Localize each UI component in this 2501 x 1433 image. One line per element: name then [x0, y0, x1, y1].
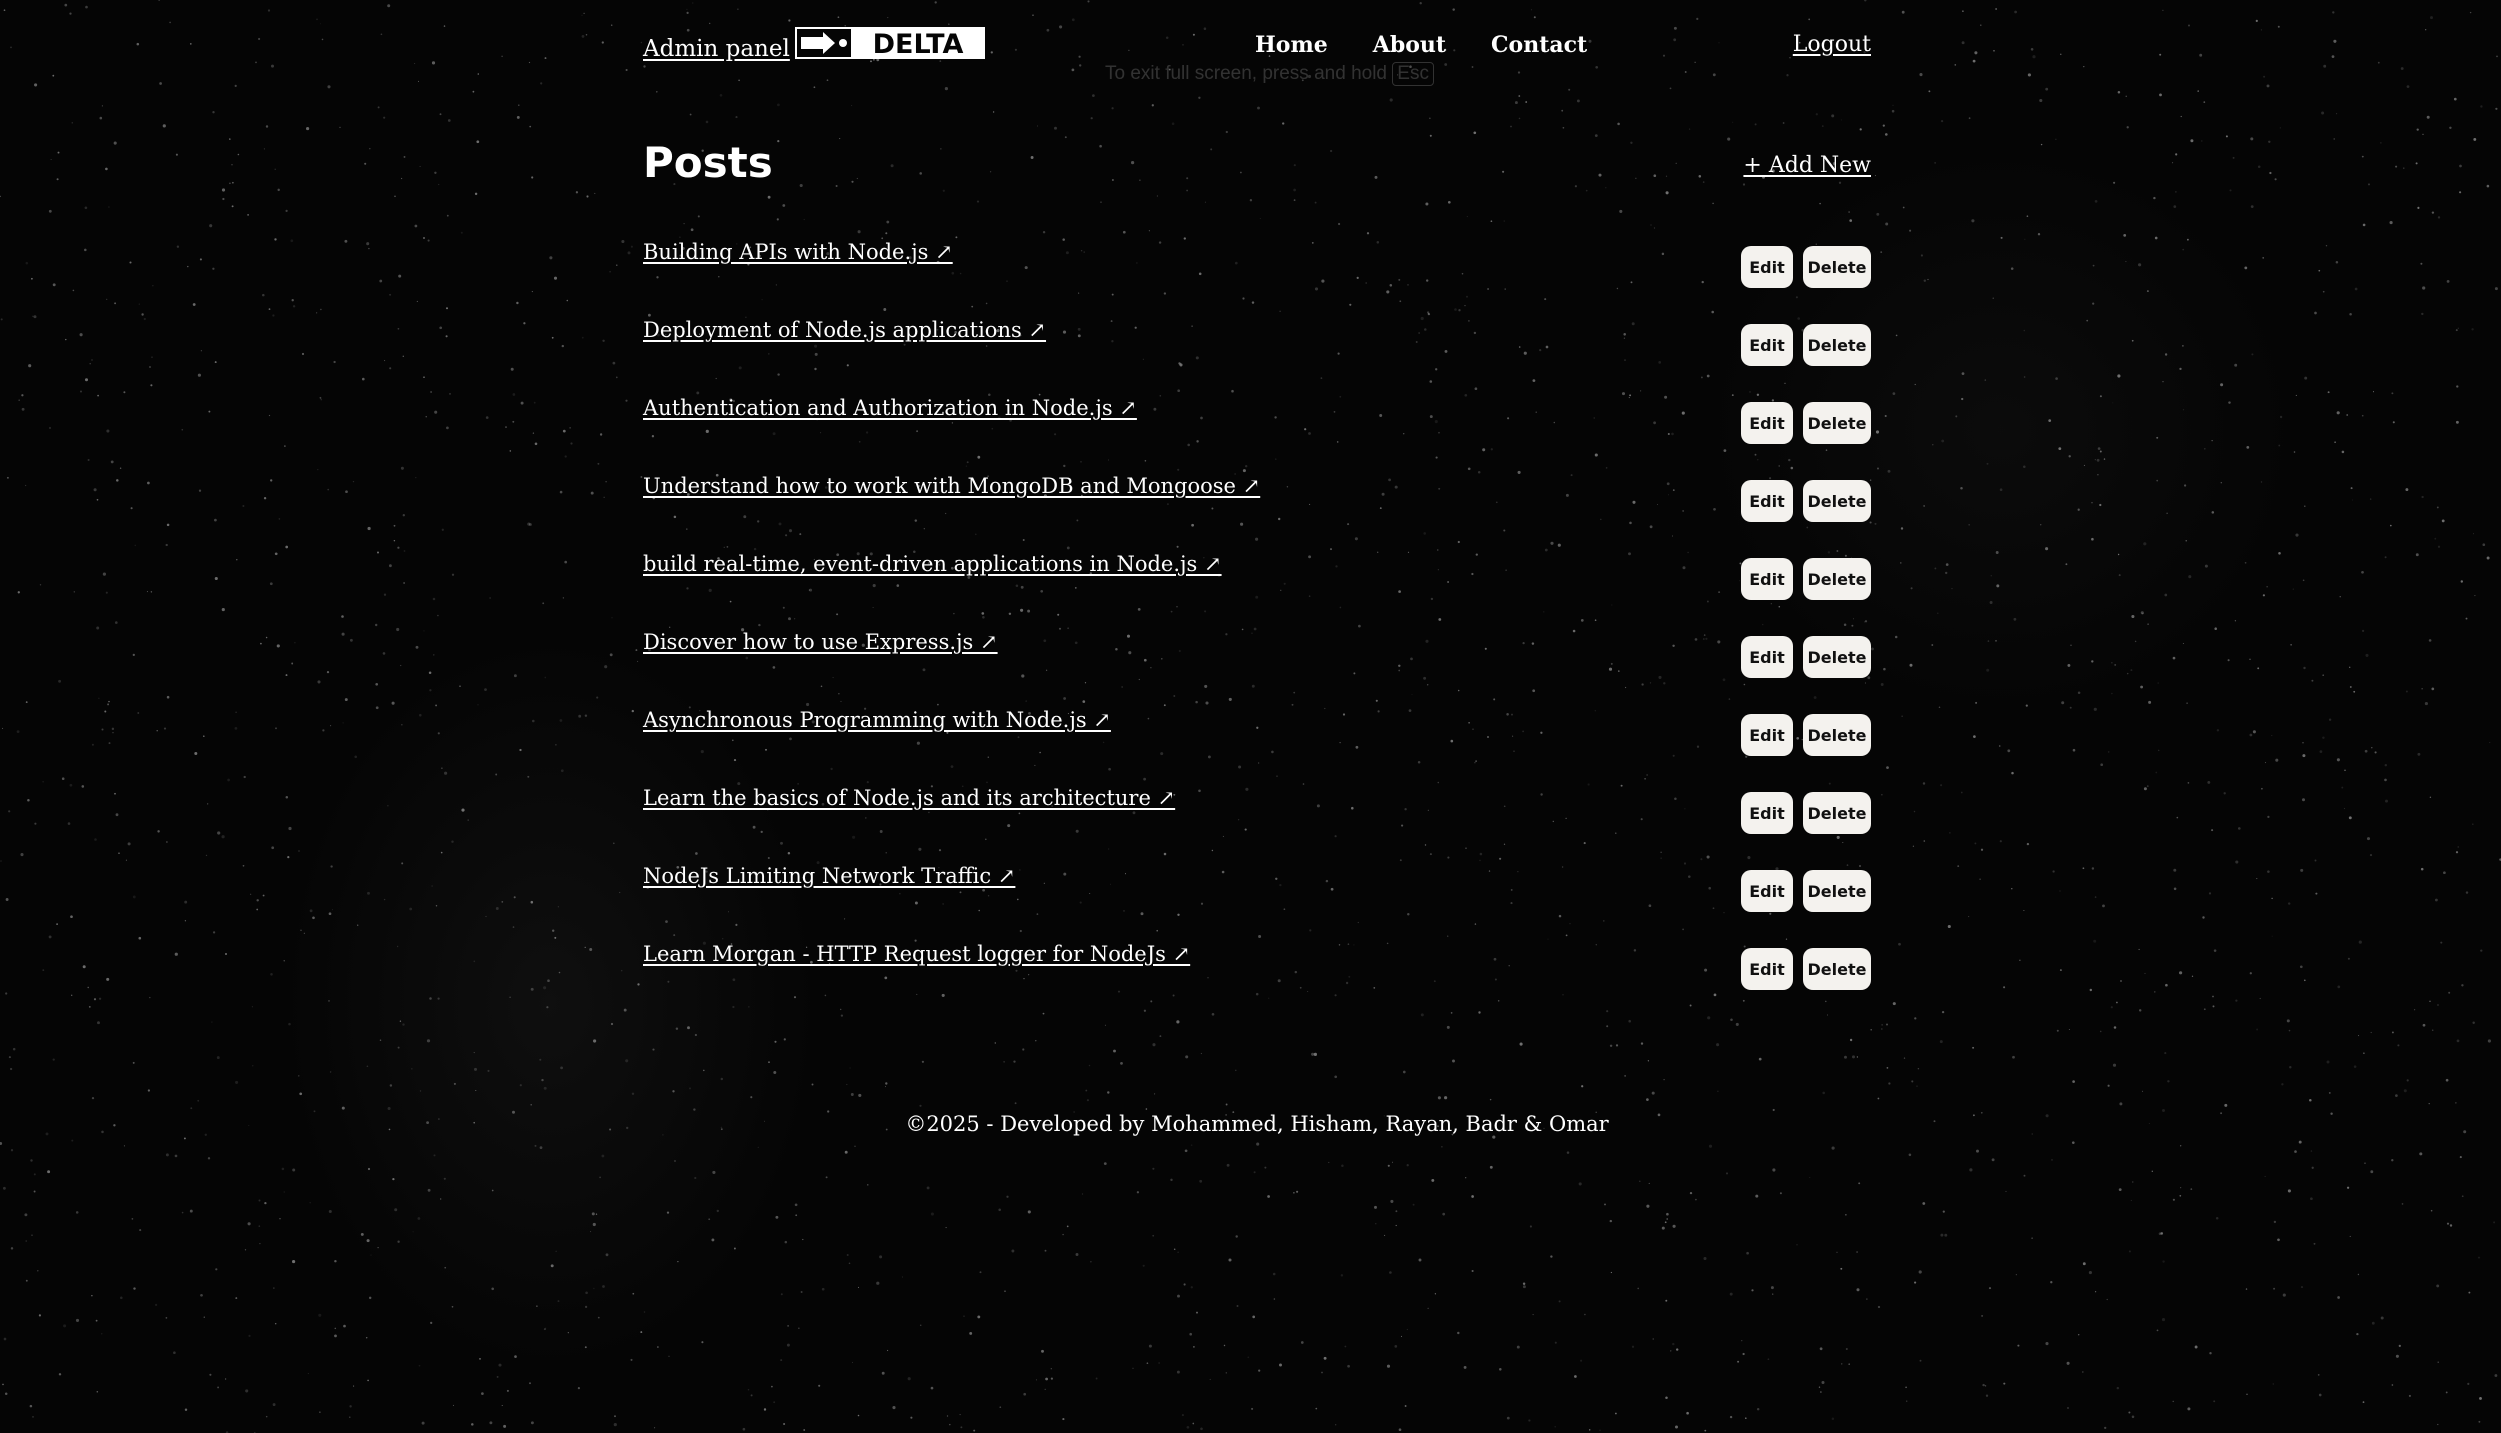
- post-item: Building APIs with Node.js ↗ Edit Delete: [643, 232, 1871, 310]
- post-actions: Edit Delete: [1741, 870, 1871, 912]
- delete-button[interactable]: Delete: [1803, 324, 1871, 366]
- fullscreen-hint-text: To exit full screen, press and hold: [1105, 63, 1387, 84]
- post-actions: Edit Delete: [1741, 558, 1871, 600]
- edit-button[interactable]: Edit: [1741, 636, 1793, 678]
- post-item: Learn the basics of Node.js and its arch…: [643, 778, 1871, 856]
- delta-logo[interactable]: DELTA: [795, 27, 985, 59]
- post-actions: Edit Delete: [1741, 948, 1871, 990]
- title-row: Posts + Add New: [643, 138, 1871, 198]
- post-title-link[interactable]: NodeJs Limiting Network Traffic ↗: [643, 864, 1015, 888]
- delete-button[interactable]: Delete: [1803, 480, 1871, 522]
- nav-about[interactable]: About: [1373, 32, 1446, 58]
- add-new-link[interactable]: + Add New: [1743, 153, 1871, 178]
- admin-page: Admin panel DELTA Home About Contact To …: [0, 0, 2501, 1433]
- delete-button[interactable]: Delete: [1803, 558, 1871, 600]
- post-title-link[interactable]: Asynchronous Programming with Node.js ↗: [643, 708, 1111, 732]
- delete-button[interactable]: Delete: [1803, 870, 1871, 912]
- footer-text: ©2025 - Developed by Mohammed, Hisham, R…: [905, 1112, 1609, 1136]
- post-actions: Edit Delete: [1741, 402, 1871, 444]
- fullscreen-hint: To exit full screen, press and hold Esc: [1105, 62, 1434, 86]
- logo-text: DELTA: [873, 29, 964, 59]
- edit-button[interactable]: Edit: [1741, 714, 1793, 756]
- edit-button[interactable]: Edit: [1741, 246, 1793, 288]
- edit-button[interactable]: Edit: [1741, 324, 1793, 366]
- post-actions: Edit Delete: [1741, 714, 1871, 756]
- post-item: Deployment of Node.js applications ↗ Edi…: [643, 310, 1871, 388]
- edit-button[interactable]: Edit: [1741, 948, 1793, 990]
- delete-button[interactable]: Delete: [1803, 714, 1871, 756]
- post-actions: Edit Delete: [1741, 636, 1871, 678]
- admin-panel-link[interactable]: Admin panel: [643, 36, 790, 62]
- post-title-link[interactable]: Deployment of Node.js applications ↗: [643, 318, 1046, 342]
- post-item: build real-time, event-driven applicatio…: [643, 544, 1871, 622]
- post-item: NodeJs Limiting Network Traffic ↗ Edit D…: [643, 856, 1871, 934]
- post-item: Understand how to work with MongoDB and …: [643, 466, 1871, 544]
- post-title-link[interactable]: build real-time, event-driven applicatio…: [643, 552, 1222, 576]
- post-title-link[interactable]: Discover how to use Express.js ↗: [643, 630, 998, 654]
- edit-button[interactable]: Edit: [1741, 480, 1793, 522]
- post-title-link[interactable]: Building APIs with Node.js ↗: [643, 240, 953, 264]
- delete-button[interactable]: Delete: [1803, 246, 1871, 288]
- post-item: Asynchronous Programming with Node.js ↗ …: [643, 700, 1871, 778]
- site-header: Admin panel DELTA Home About Contact To …: [643, 0, 1871, 100]
- post-title-link[interactable]: Authentication and Authorization in Node…: [643, 396, 1137, 420]
- post-item: Discover how to use Express.js ↗ Edit De…: [643, 622, 1871, 700]
- fullscreen-hint-key: Esc: [1392, 62, 1434, 86]
- logout-link[interactable]: Logout: [1793, 32, 1871, 57]
- post-actions: Edit Delete: [1741, 324, 1871, 366]
- post-title-link[interactable]: Understand how to work with MongoDB and …: [643, 474, 1260, 498]
- delete-button[interactable]: Delete: [1803, 402, 1871, 444]
- edit-button[interactable]: Edit: [1741, 870, 1793, 912]
- post-actions: Edit Delete: [1741, 480, 1871, 522]
- main-nav: Home About Contact: [1255, 32, 1587, 58]
- edit-button[interactable]: Edit: [1741, 792, 1793, 834]
- nav-contact[interactable]: Contact: [1491, 32, 1587, 58]
- delete-button[interactable]: Delete: [1803, 948, 1871, 990]
- post-item: Learn Morgan - HTTP Request logger for N…: [643, 934, 1871, 1012]
- page-title: Posts: [643, 138, 773, 187]
- post-title-link[interactable]: Learn the basics of Node.js and its arch…: [643, 786, 1175, 810]
- posts-list: Building APIs with Node.js ↗ Edit Delete…: [643, 232, 1871, 1012]
- edit-button[interactable]: Edit: [1741, 402, 1793, 444]
- edit-button[interactable]: Edit: [1741, 558, 1793, 600]
- post-item: Authentication and Authorization in Node…: [643, 388, 1871, 466]
- delete-button[interactable]: Delete: [1803, 792, 1871, 834]
- post-actions: Edit Delete: [1741, 792, 1871, 834]
- post-actions: Edit Delete: [1741, 246, 1871, 288]
- site-footer: ©2025 - Developed by Mohammed, Hisham, R…: [643, 1112, 1871, 1136]
- post-title-link[interactable]: Learn Morgan - HTTP Request logger for N…: [643, 942, 1190, 966]
- delete-button[interactable]: Delete: [1803, 636, 1871, 678]
- nav-home[interactable]: Home: [1255, 32, 1328, 58]
